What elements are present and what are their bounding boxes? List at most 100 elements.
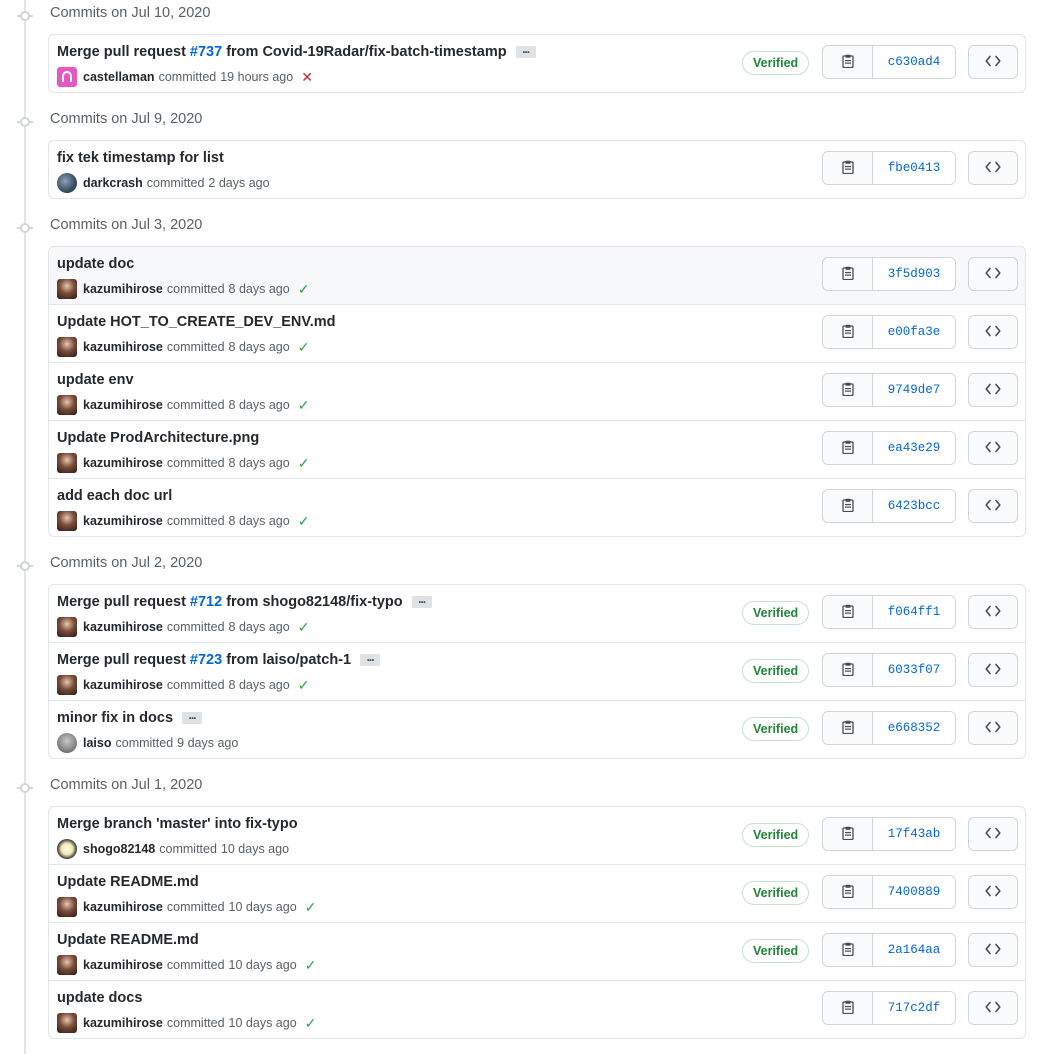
copy-sha-button[interactable] [823,46,873,78]
author-link[interactable]: kazumihirose [83,1016,163,1030]
commit-message-link[interactable]: Update HOT_TO_CREATE_DEV_ENV.md [57,314,336,330]
copy-sha-button[interactable] [823,654,873,686]
browse-repo-button[interactable] [968,991,1018,1025]
commit-sha-link[interactable]: 6423bcc [873,490,955,522]
author-link[interactable]: kazumihirose [83,340,163,354]
copy-sha-button[interactable] [823,490,873,522]
verified-badge[interactable]: Verified [742,601,810,625]
browse-repo-button[interactable] [968,875,1018,909]
check-icon[interactable]: ✓ [298,398,310,412]
copy-sha-button[interactable] [823,258,873,290]
author-link[interactable]: kazumihirose [83,514,163,528]
copy-sha-button[interactable] [823,876,873,908]
browse-repo-button[interactable] [968,489,1018,523]
check-icon[interactable]: ✓ [298,456,310,470]
check-icon[interactable]: ✓ [305,958,317,972]
author-link[interactable]: kazumihirose [83,900,163,914]
check-icon[interactable]: ✓ [305,1016,317,1030]
commit-sha-link[interactable]: e00fa3e [873,316,955,348]
copy-sha-button[interactable] [823,818,873,850]
author-link[interactable]: kazumihirose [83,958,163,972]
avatar[interactable] [57,675,77,695]
expand-message-button[interactable]: ... [182,709,203,724]
copy-sha-button[interactable] [823,934,873,966]
commit-message-link[interactable]: from shogo82148/fix-typo [226,594,402,610]
author-link[interactable]: kazumihirose [83,398,163,412]
commit-message-link[interactable]: fix tek timestamp for list [57,150,224,166]
avatar[interactable] [57,511,77,531]
copy-sha-button[interactable] [823,596,873,628]
check-icon[interactable]: ✓ [305,900,317,914]
avatar[interactable] [57,839,77,859]
commit-sha-link[interactable]: 3f5d903 [873,258,955,290]
commit-message-link[interactable]: Update README.md [57,874,199,890]
browse-repo-button[interactable] [968,315,1018,349]
commit-message-link[interactable]: Merge pull request [57,44,186,60]
browse-repo-button[interactable] [968,595,1018,629]
check-icon[interactable]: ✓ [298,340,310,354]
commit-message-link[interactable]: Update README.md [57,932,199,948]
browse-repo-button[interactable] [968,711,1018,745]
commit-sha-link[interactable]: 7400889 [873,876,955,908]
copy-sha-button[interactable] [823,374,873,406]
browse-repo-button[interactable] [968,257,1018,291]
commit-message-link[interactable]: add each doc url [57,488,172,504]
author-link[interactable]: castellaman [83,70,155,84]
commit-message-link[interactable]: Merge pull request [57,652,186,668]
browse-repo-button[interactable] [968,653,1018,687]
avatar[interactable] [57,337,77,357]
expand-message-button[interactable]: ... [411,593,432,608]
commit-message-link[interactable]: from laiso/patch-1 [226,652,351,668]
verified-badge[interactable]: Verified [742,939,810,963]
avatar[interactable] [57,395,77,415]
copy-sha-button[interactable] [823,316,873,348]
commit-message-link[interactable]: update env [57,372,134,388]
check-icon[interactable]: ✓ [298,282,310,296]
commit-sha-link[interactable]: 2a164aa [873,934,955,966]
browse-repo-button[interactable] [968,933,1018,967]
avatar[interactable] [57,955,77,975]
author-link[interactable]: shogo82148 [83,842,155,856]
avatar[interactable] [57,733,77,753]
check-icon[interactable]: ✓ [298,678,310,692]
expand-message-button[interactable]: ... [360,651,381,666]
author-link[interactable]: kazumihirose [83,620,163,634]
browse-repo-button[interactable] [968,45,1018,79]
copy-sha-button[interactable] [823,992,873,1024]
commit-sha-link[interactable]: 6033f07 [873,654,955,686]
avatar[interactable] [57,1013,77,1033]
check-icon[interactable]: ✓ [298,514,310,528]
commit-sha-link[interactable]: 717c2df [873,992,955,1024]
browse-repo-button[interactable] [968,151,1018,185]
commit-message-link[interactable]: from Covid-19Radar/fix-batch-timestamp [226,44,506,60]
verified-badge[interactable]: Verified [742,823,810,847]
check-icon[interactable]: ✓ [298,620,310,634]
commit-sha-link[interactable]: e668352 [873,712,955,744]
verified-badge[interactable]: Verified [742,659,810,683]
commit-message-link[interactable]: update docs [57,990,142,1006]
pull-request-link[interactable]: #712 [190,594,222,610]
commit-sha-link[interactable]: 9749de7 [873,374,955,406]
author-link[interactable]: laiso [83,736,112,750]
pull-request-link[interactable]: #723 [190,652,222,668]
avatar[interactable] [57,453,77,473]
avatar[interactable] [57,173,77,193]
commit-message-link[interactable]: minor fix in docs [57,710,173,726]
commit-message-link[interactable]: Merge branch 'master' into fix-typo [57,816,298,832]
copy-sha-button[interactable] [823,712,873,744]
author-link[interactable]: darkcrash [83,176,143,190]
verified-badge[interactable]: Verified [742,881,810,905]
expand-message-button[interactable]: ... [515,43,536,58]
verified-badge[interactable]: Verified [742,51,810,75]
author-link[interactable]: kazumihirose [83,282,163,296]
copy-sha-button[interactable] [823,152,873,184]
commit-sha-link[interactable]: ea43e29 [873,432,955,464]
author-link[interactable]: kazumihirose [83,456,163,470]
avatar[interactable] [57,67,77,87]
commit-message-link[interactable]: Merge pull request [57,594,186,610]
commit-sha-link[interactable]: f064ff1 [873,596,955,628]
browse-repo-button[interactable] [968,431,1018,465]
author-link[interactable]: kazumihirose [83,678,163,692]
avatar[interactable] [57,617,77,637]
commit-message-link[interactable]: Update ProdArchitecture.png [57,430,259,446]
